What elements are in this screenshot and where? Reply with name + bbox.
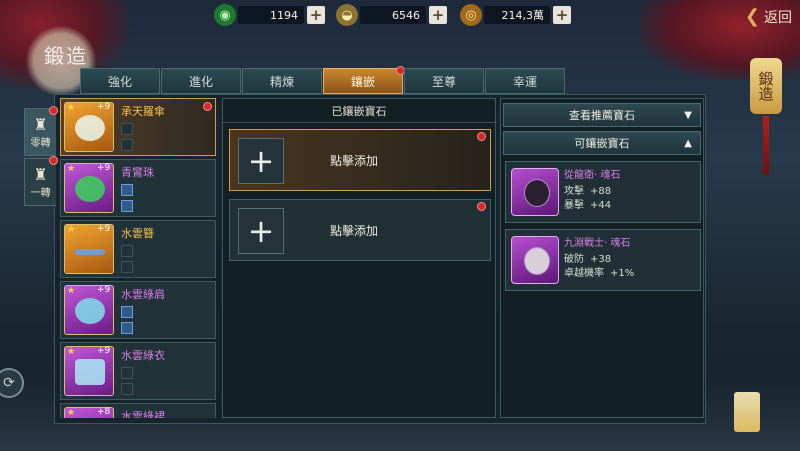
tab-evolve[interactable]: 進化 — [161, 68, 241, 94]
item-name: 青鸞珠 — [121, 166, 154, 179]
gem-slot-empty — [121, 245, 133, 257]
side-tab-label: 一轉 — [30, 187, 51, 199]
star-icon: ★ — [67, 164, 76, 174]
gem-slot-filled — [121, 200, 133, 212]
equipment-item[interactable]: ★ +9 水雲綠衣 — [60, 342, 216, 400]
triangle-down-icon: ▼ — [684, 109, 692, 121]
add-silver-button[interactable]: + — [429, 6, 447, 24]
notification-dot — [477, 202, 486, 211]
tab-supreme[interactable]: 至尊 — [404, 68, 484, 94]
currency-silver: ◒ 6546 + — [336, 4, 447, 26]
item-name: 水雲綠衣 — [121, 349, 165, 362]
soul-stone-icon — [511, 236, 559, 284]
currency-jade: ◉ 1194 + — [214, 4, 325, 26]
inlaid-gems-panel: 已鑲嵌寶石 + 點擊添加 + 點擊添加 — [222, 98, 496, 418]
notification-dot — [49, 156, 58, 165]
item-level: +9 — [97, 285, 111, 295]
armor-icon: ♜ — [33, 164, 48, 184]
gem-stat: 破防 +38 — [564, 254, 612, 265]
add-jade-button[interactable]: + — [307, 6, 325, 24]
item-name: 水雲綠裙 — [121, 410, 165, 418]
armor-icon: ♜ — [33, 114, 48, 134]
available-gems-panel: 查看推薦寶石 ▼ 可鑲嵌寶石 ▲ 從龍衛· 魂石 攻擊 +88 暴擊 +44 九淵戰… — [500, 98, 704, 418]
recommended-gems-dropdown[interactable]: 查看推薦寶石 ▼ — [503, 103, 701, 127]
available-gems-dropdown[interactable]: 可鑲嵌寶石 ▲ — [503, 131, 701, 155]
equipment-item[interactable]: ★ +9 水雲綠肩 — [60, 281, 216, 339]
plus-icon: + — [238, 138, 284, 184]
item-level: +9 — [97, 224, 111, 234]
gem-slot-filled — [121, 184, 133, 196]
gem-card[interactable]: 從龍衛· 魂石 攻擊 +88 暴擊 +44 — [505, 161, 701, 223]
star-icon: ★ — [67, 408, 76, 418]
equipment-item[interactable]: ★ +9 承天羅傘 — [60, 98, 216, 156]
item-name: 承天羅傘 — [121, 105, 165, 118]
gem-card[interactable]: 九淵戰士· 魂石 破防 +38 卓越機率 +1% — [505, 229, 701, 291]
jade-value: 1194 — [238, 6, 304, 24]
back-button[interactable]: ❮ 返回 — [745, 6, 792, 27]
lamp-decoration — [734, 392, 760, 432]
gem-stat: 暴擊 +44 — [564, 200, 612, 211]
back-label: 返回 — [764, 9, 792, 26]
gem-slot-empty — [121, 383, 133, 395]
equipment-item[interactable]: ★ +9 水雲簪 — [60, 220, 216, 278]
gem-stat: 攻擊 +88 — [564, 186, 612, 197]
star-icon: ★ — [67, 103, 76, 113]
available-gems-label: 可鑲嵌寶石 — [574, 137, 630, 150]
gem-name: 九淵戰士· 魂石 — [564, 238, 631, 249]
chevron-left-icon: ❮ — [744, 6, 760, 27]
item-level: +9 — [97, 163, 111, 173]
item-level: +9 — [97, 346, 111, 356]
soul-stone-icon — [511, 168, 559, 216]
gem-name: 從龍衛· 魂石 — [564, 170, 621, 181]
copper-value: 214,3萬 — [484, 6, 550, 24]
star-icon: ★ — [67, 347, 76, 357]
side-tab-tier-1[interactable]: ♜ 一轉 — [24, 156, 58, 206]
notification-dot — [49, 106, 58, 115]
gem-socket[interactable]: + 點擊添加 — [229, 199, 491, 261]
item-level: +9 — [97, 102, 111, 112]
tassel-decoration — [763, 116, 769, 174]
tab-inlay[interactable]: 鑲嵌 — [323, 66, 405, 94]
silver-ingot-icon: ◒ — [336, 4, 358, 26]
gem-slot-empty — [121, 367, 133, 379]
gem-slot-empty — [121, 139, 133, 151]
gem-slot-empty — [121, 123, 133, 135]
copper-coin-icon: ◎ — [460, 4, 482, 26]
tab-refine[interactable]: 精煉 — [242, 68, 322, 94]
tab-luck[interactable]: 幸運 — [485, 68, 565, 94]
equipment-item[interactable]: ★ +9 青鸞珠 — [60, 159, 216, 217]
equipment-list[interactable]: ★ +9 承天羅傘 ★ +9 青鸞珠 ★ +9 水雲簪 ★ +9 水雲綠肩 ★ … — [60, 98, 218, 418]
notification-dot — [477, 132, 486, 141]
recommended-gems-label: 查看推薦寶石 — [569, 109, 635, 122]
inlaid-gems-header: 已鑲嵌寶石 — [223, 99, 495, 123]
tab-strengthen[interactable]: 強化 — [80, 68, 160, 94]
socket-label: 點擊添加 — [330, 224, 379, 238]
currency-copper: ◎ 214,3萬 + — [460, 4, 571, 26]
item-level: +8 — [97, 407, 111, 417]
equipment-item[interactable]: ★ +8 水雲綠裙 — [60, 403, 216, 418]
tab-inlay-label: 鑲嵌 — [350, 74, 375, 89]
triangle-up-icon: ▲ — [684, 137, 692, 149]
page-title: 鍛造 — [44, 44, 88, 68]
gem-slot-filled — [121, 322, 133, 334]
socket-label: 點擊添加 — [330, 154, 379, 168]
gem-stat: 卓越機率 +1% — [564, 268, 635, 279]
item-name: 水雲綠肩 — [121, 288, 165, 301]
side-tab-tier-0[interactable]: ♜ 零轉 — [24, 106, 58, 156]
gem-socket[interactable]: + 點擊添加 — [229, 129, 491, 191]
star-icon: ★ — [67, 225, 76, 235]
side-tab-label: 零轉 — [30, 137, 51, 149]
forge-lantern-button[interactable]: 鍛造 — [750, 58, 782, 114]
silver-value: 6546 — [360, 6, 426, 24]
item-name: 水雲簪 — [121, 227, 154, 240]
notification-dot — [203, 102, 212, 111]
gem-slot-filled — [121, 306, 133, 318]
jade-coin-icon: ◉ — [214, 4, 236, 26]
forge-tabs: 強化 進化 精煉 鑲嵌 至尊 幸運 — [80, 66, 566, 94]
add-copper-button[interactable]: + — [553, 6, 571, 24]
star-icon: ★ — [67, 286, 76, 296]
plus-icon: + — [238, 208, 284, 254]
gem-slot-empty — [121, 261, 133, 273]
